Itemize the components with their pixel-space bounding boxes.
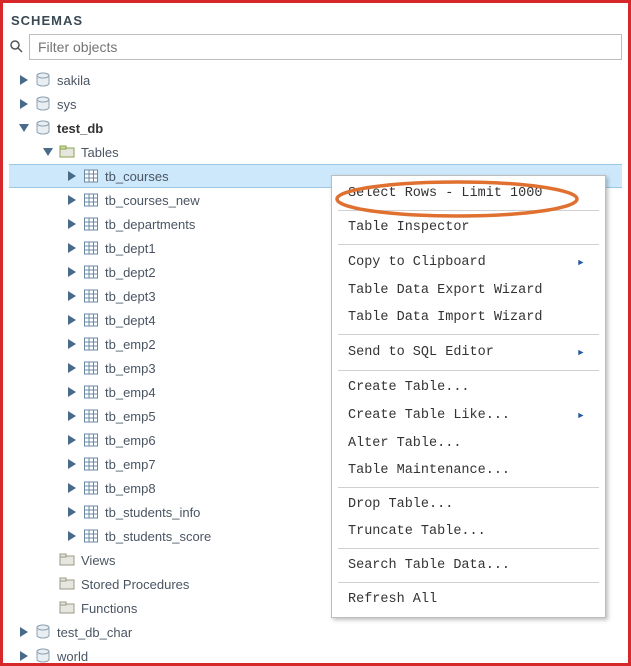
- table-icon: [83, 528, 99, 544]
- table-icon: [83, 168, 99, 184]
- table-icon: [83, 192, 99, 208]
- table-icon: [83, 504, 99, 520]
- chevron-right-icon: [67, 411, 77, 421]
- submenu-arrow-icon: ▸: [577, 344, 585, 361]
- chevron-right-icon: [19, 627, 29, 637]
- schema-test-db-char[interactable]: test_db_char: [9, 620, 622, 644]
- chevron-right-icon: [67, 171, 77, 181]
- chevron-right-icon: [67, 507, 77, 517]
- chevron-right-icon: [67, 387, 77, 397]
- chevron-right-icon: [67, 531, 77, 541]
- chevron-right-icon: [67, 435, 77, 445]
- menu-copy-clipboard[interactable]: Copy to Clipboard▸: [332, 248, 605, 277]
- chevron-right-icon: [19, 75, 29, 85]
- chevron-right-icon: [19, 651, 29, 661]
- database-icon: [35, 624, 51, 640]
- submenu-arrow-icon: ▸: [577, 407, 585, 424]
- table-icon: [83, 432, 99, 448]
- chevron-right-icon: [67, 339, 77, 349]
- menu-create-like[interactable]: Create Table Like...▸: [332, 401, 605, 430]
- menu-separator: [338, 487, 599, 488]
- chevron-right-icon: [67, 363, 77, 373]
- table-icon: [83, 384, 99, 400]
- menu-drop-table[interactable]: Drop Table...: [332, 491, 605, 518]
- folder-icon: [59, 576, 75, 592]
- chevron-right-icon: [67, 219, 77, 229]
- menu-table-maintenance[interactable]: Table Maintenance...: [332, 457, 605, 484]
- database-icon: [35, 120, 51, 136]
- chevron-right-icon: [67, 291, 77, 301]
- filter-row: [9, 34, 622, 60]
- table-icon: [83, 216, 99, 232]
- menu-search-table-data[interactable]: Search Table Data...: [332, 552, 605, 579]
- menu-alter-table[interactable]: Alter Table...: [332, 430, 605, 457]
- chevron-right-icon: [19, 99, 29, 109]
- schemas-panel: SCHEMAS sakila sys test_db: [0, 0, 631, 666]
- chevron-right-icon: [67, 315, 77, 325]
- menu-create-table[interactable]: Create Table...: [332, 374, 605, 401]
- submenu-arrow-icon: ▸: [577, 254, 585, 271]
- table-icon: [83, 288, 99, 304]
- menu-table-inspector[interactable]: Table Inspector: [332, 214, 605, 241]
- folder-icon: [59, 552, 75, 568]
- menu-refresh-all[interactable]: Refresh All: [332, 586, 605, 613]
- table-icon: [83, 264, 99, 280]
- database-icon: [35, 96, 51, 112]
- table-icon: [83, 240, 99, 256]
- menu-separator: [338, 334, 599, 335]
- table-icon: [83, 408, 99, 424]
- menu-send-sql[interactable]: Send to SQL Editor▸: [332, 338, 605, 367]
- chevron-down-icon: [19, 123, 29, 133]
- schema-world[interactable]: world: [9, 644, 622, 666]
- menu-separator: [338, 244, 599, 245]
- database-icon: [35, 72, 51, 88]
- chevron-right-icon: [67, 483, 77, 493]
- search-icon: [9, 39, 23, 56]
- chevron-right-icon: [67, 195, 77, 205]
- table-icon: [83, 360, 99, 376]
- tables-folder[interactable]: Tables: [9, 140, 622, 164]
- table-icon: [83, 456, 99, 472]
- schema-test-db[interactable]: test_db: [9, 116, 622, 140]
- menu-separator: [338, 582, 599, 583]
- table-icon: [83, 336, 99, 352]
- table-icon: [83, 480, 99, 496]
- menu-separator: [338, 370, 599, 371]
- schema-sys[interactable]: sys: [9, 92, 622, 116]
- menu-separator: [338, 548, 599, 549]
- chevron-down-icon: [43, 147, 53, 157]
- schema-sakila[interactable]: sakila: [9, 68, 622, 92]
- database-icon: [35, 648, 51, 664]
- table-icon: [83, 312, 99, 328]
- chevron-right-icon: [67, 459, 77, 469]
- context-menu: Select Rows - Limit 1000 Table Inspector…: [331, 175, 606, 618]
- menu-truncate-table[interactable]: Truncate Table...: [332, 518, 605, 545]
- menu-separator: [338, 210, 599, 211]
- menu-export-wizard[interactable]: Table Data Export Wizard: [332, 277, 605, 304]
- menu-select-rows[interactable]: Select Rows - Limit 1000: [332, 180, 605, 207]
- filter-input[interactable]: [29, 34, 622, 60]
- folder-icon: [59, 600, 75, 616]
- folder-icon: [59, 144, 75, 160]
- chevron-right-icon: [67, 267, 77, 277]
- menu-import-wizard[interactable]: Table Data Import Wizard: [332, 304, 605, 331]
- chevron-right-icon: [67, 243, 77, 253]
- panel-title: SCHEMAS: [11, 13, 622, 28]
